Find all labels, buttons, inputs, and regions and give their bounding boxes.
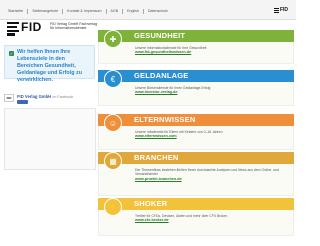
card-title: GELDANLAGE	[134, 71, 189, 80]
top-logo[interactable]: FID	[273, 7, 288, 14]
top-navigation-bar: Startseite Stellenangebote Kontakt & Impre…	[0, 0, 296, 20]
tagline-text: Wir helfen Ihnen Ihre Lebensziele in den…	[17, 49, 82, 83]
facebook-platform-label: on Facebook	[52, 95, 74, 99]
card-link[interactable]: www.pruefer-branchen.de	[135, 177, 289, 182]
top-logo-text: FID	[279, 7, 288, 13]
card-link[interactable]: www.elternwissen.com	[135, 134, 289, 139]
brand-word: FID	[21, 20, 42, 34]
card-header[interactable]: SHOKER	[98, 198, 294, 210]
facebook-widget: FID FID Verlag GmbH on Facebook	[4, 92, 96, 172]
nav-separator	[122, 8, 124, 14]
nav-link[interactable]: Stellenangebote	[32, 8, 58, 14]
card-body: Treiber für CFDs, Devisen, Aktien und me…	[98, 210, 294, 236]
card-link[interactable]: www.fid-gesundheitswissen.de	[135, 50, 289, 55]
nav-separator	[142, 8, 144, 14]
fid-logo-icon	[273, 8, 279, 13]
checkmark-icon: ✓	[9, 51, 14, 56]
nav-link[interactable]: Startseite	[8, 8, 23, 14]
nav-link[interactable]: AGB	[111, 8, 119, 14]
facebook-page-title: FID Verlag GmbH	[17, 94, 52, 99]
nav-separator	[27, 8, 29, 14]
card-header[interactable]: GELDANLAGE	[98, 70, 294, 82]
card-body: Unsere Informationsdienste für Ihre Gesu…	[98, 42, 294, 64]
facebook-like-button[interactable]	[17, 100, 28, 104]
card-body: Unsere Börsendienste für Ihren Geldanlag…	[98, 82, 294, 106]
card-header[interactable]: ELTERNWISSEN	[98, 114, 294, 126]
bolt-icon: ⚡	[104, 198, 122, 216]
card-body: Unsere Infodienste für Eltern mit Kinder…	[98, 126, 294, 150]
nav-link[interactable]: Kontakt & Impressum	[67, 8, 101, 14]
card-header[interactable]: BRANCHEN	[98, 152, 294, 164]
fid-stripes-icon	[7, 22, 19, 36]
family-icon: ☺	[104, 114, 122, 132]
card-link[interactable]: www.investor-verlag.de	[135, 90, 289, 95]
fid-brand-logo[interactable]: FID FID Verlag GmbH Fachverlag für Infor…	[7, 20, 98, 41]
money-chart-icon: €	[104, 70, 122, 88]
nav-link[interactable]: Datenschutz	[148, 8, 168, 14]
tagline-box: ✓ Wir helfen Ihnen Ihre Lebensziele in d…	[4, 45, 95, 83]
card-title: BRANCHEN	[134, 153, 179, 162]
facebook-page-name[interactable]: FID Verlag GmbH on Facebook	[17, 94, 73, 99]
nav-link[interactable]: English	[127, 8, 139, 14]
nav-separator	[105, 8, 107, 14]
card-title: ELTERNWISSEN	[134, 115, 196, 124]
top-nav-links: Startseite Stellenangebote Kontakt & Impre…	[8, 8, 168, 14]
building-icon: ▦	[104, 152, 122, 170]
card-body: Der Themenfluss bestehen fließen Ihnen d…	[98, 164, 294, 196]
nav-separator	[62, 8, 64, 14]
health-cross-icon: ✚	[104, 30, 122, 48]
brand-subtitle: FID Verlag GmbH Fachverlag für Informati…	[50, 22, 98, 31]
facebook-feed	[4, 108, 96, 170]
card-link[interactable]: www.cfx-broker.de	[135, 218, 289, 223]
card-title: GESUNDHEIT	[134, 31, 186, 40]
facebook-avatar[interactable]: FID	[4, 94, 14, 102]
card-header[interactable]: GESUNDHEIT	[98, 30, 294, 42]
card-title: SHOKER	[134, 199, 168, 208]
card-description: Der Themenfluss bestehen fließen Ihnen d…	[135, 168, 279, 177]
